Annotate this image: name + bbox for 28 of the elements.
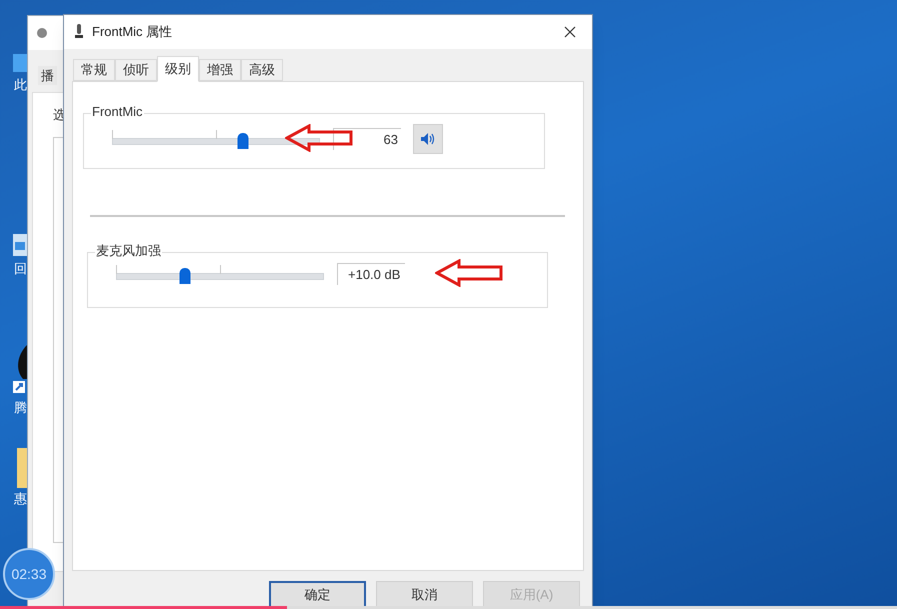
- slider-thumb[interactable]: [179, 268, 190, 284]
- slider[interactable]: [116, 263, 324, 285]
- tab[interactable]: 级别: [157, 56, 199, 82]
- arrow-annotation-icon: [285, 124, 353, 152]
- recording-timer: 02:33: [3, 548, 55, 600]
- monitor-icon: [13, 52, 27, 74]
- bin-icon: [13, 232, 27, 258]
- value-field[interactable]: 63: [333, 128, 401, 150]
- tab[interactable]: 高级: [241, 59, 283, 81]
- tab[interactable]: 侦听: [115, 59, 157, 81]
- arrow-annotation-icon: [435, 259, 503, 287]
- tab[interactable]: 常规: [73, 59, 115, 81]
- folder-icon: [17, 448, 27, 488]
- slider[interactable]: [112, 128, 320, 150]
- tab[interactable]: 增强: [199, 59, 241, 81]
- window-title: FrontMic 属性: [92, 23, 172, 42]
- group-title: 麦克风加强: [95, 244, 162, 257]
- desktop-icon-label[interactable]: 惠: [14, 492, 27, 505]
- mute-button[interactable]: [413, 124, 443, 154]
- close-icon: [564, 26, 576, 38]
- tab[interactable]: 播: [38, 66, 57, 85]
- group-title: FrontMic: [91, 105, 144, 118]
- slider-thumb[interactable]: [238, 133, 249, 149]
- value-field[interactable]: +10.0 dB: [337, 263, 405, 285]
- desktop-icon-label[interactable]: 回: [14, 262, 27, 275]
- microphone-icon: [74, 24, 84, 40]
- desktop-icon-label[interactable]: 此: [14, 78, 27, 91]
- desktop-icon-label[interactable]: 腾: [14, 401, 27, 414]
